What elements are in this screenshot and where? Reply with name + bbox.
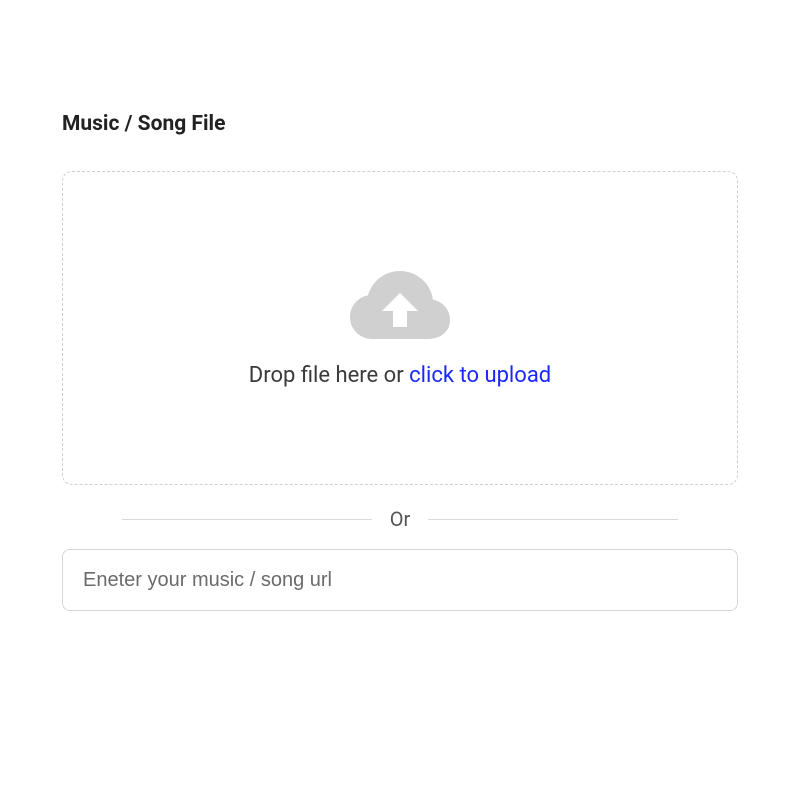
section-title: Music / Song File <box>62 112 738 137</box>
music-url-input[interactable] <box>62 549 738 611</box>
separator: Or <box>122 507 678 531</box>
separator-label: Or <box>390 507 411 531</box>
cloud-upload-icon <box>350 269 450 339</box>
separator-line-left <box>122 519 372 520</box>
separator-line-right <box>428 519 678 520</box>
click-to-upload-link[interactable]: click to upload <box>409 363 551 388</box>
dropzone-prompt: Drop file here or click to upload <box>249 363 551 388</box>
dropzone-prompt-prefix: Drop file here or <box>249 363 409 388</box>
file-dropzone[interactable]: Drop file here or click to upload <box>62 171 738 485</box>
